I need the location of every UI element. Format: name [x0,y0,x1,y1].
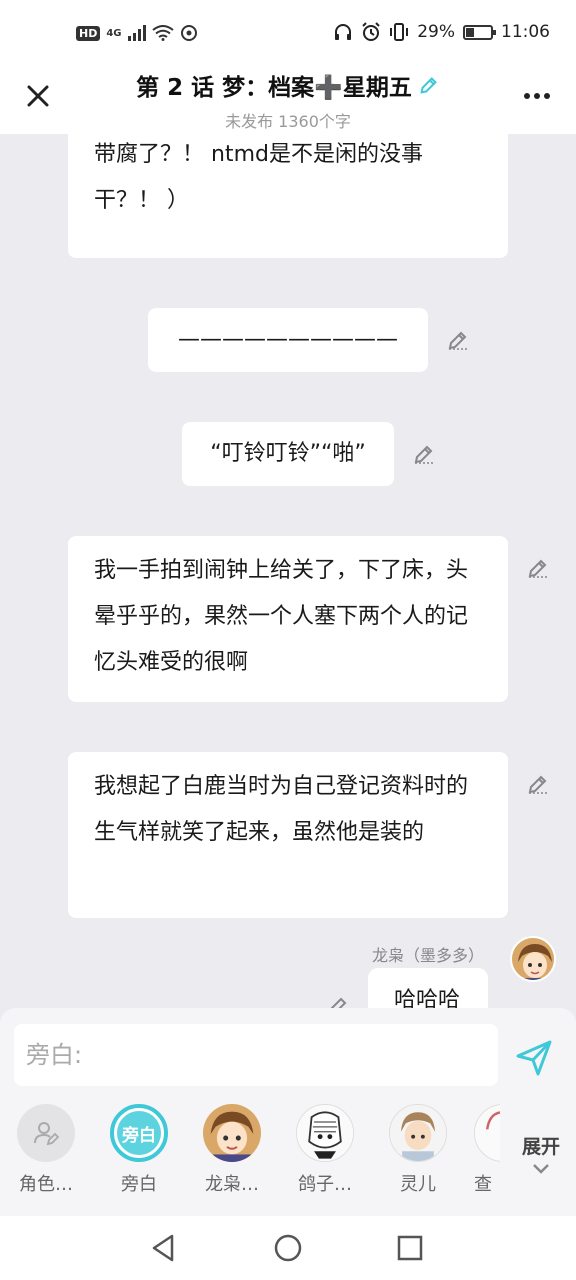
add-role-icon [17,1104,75,1162]
avatar [203,1104,261,1162]
message-bubble[interactable]: 我一手拍到闹钟上给关了，下了床，头晕乎乎的，果然一个人塞下两个人的记忆头难受的很… [68,536,508,702]
battery-percent: 29% [417,22,455,42]
chat-area[interactable]: 带腐了？！ ntmd是不是闲的没事干？！ ） —————————— “叮铃叮铃”… [0,134,576,1008]
alarm-icon [362,22,380,41]
message-text: 带腐了？！ ntmd是不是闲的没事干？！ ） [94,142,423,213]
message-text: 我一手拍到闹钟上给关了，下了床，头晕乎乎的，果然一个人塞下两个人的记忆头难受的很… [94,558,469,675]
battery-level [466,27,474,37]
system-nav-bar [0,1216,576,1280]
message-bubble[interactable]: “叮铃叮铃”“啪” [182,422,394,486]
home-icon[interactable] [272,1232,304,1264]
narration-badge: 旁白 [117,1111,161,1155]
narration-avatar: 旁白 [110,1104,168,1162]
message-text: 我想起了白鹿当时为自己登记资料时的生气样就笑了起来，虽然他是装的 [94,774,469,845]
role-item-character[interactable]: 鸽子… [288,1104,362,1196]
expand-button[interactable]: 展开 [522,1132,560,1181]
recents-icon[interactable] [394,1232,426,1264]
avatar [296,1104,354,1162]
wifi-icon [151,25,174,41]
send-icon[interactable] [514,1038,554,1078]
role-label: 查 [474,1174,492,1195]
role-item-character[interactable]: 灵儿 [381,1104,455,1196]
role-label: 灵儿 [400,1174,436,1195]
role-item-add[interactable]: 角色… [9,1104,83,1196]
signal-icon [127,25,146,41]
edit-icon[interactable] [526,772,550,796]
message-text: —————————— [178,327,398,352]
edit-icon[interactable] [326,994,350,1008]
role-item-narration[interactable]: 旁白 旁白 [102,1104,176,1196]
edit-icon[interactable] [412,442,436,466]
vibrate-icon [390,23,409,41]
title-block: 第 2 话 梦：档案➕星期五 未发布 1360个字 [0,68,576,132]
status-left: HD 4G [76,24,198,42]
back-icon[interactable] [148,1232,180,1264]
sync-icon [180,25,197,41]
hd-badge: HD [76,25,101,41]
headphones-icon [335,24,352,40]
avatar [474,1104,500,1162]
status-right: 29% 11:06 [333,22,550,42]
chapter-title: 第 2 话 梦：档案➕星期五 [136,75,412,101]
avatar-image [512,938,554,980]
message-input-box[interactable] [14,1024,498,1086]
expand-label: 展开 [521,1136,560,1158]
composer-panel: 角色… 旁白 旁白 龙枭… 鸽子… 灵儿 [0,1008,576,1216]
message-bubble[interactable]: 我想起了白鹿当时为自己登记资料时的生气样就笑了起来，虽然他是装的 [68,752,508,918]
message-bubble[interactable]: 带腐了？！ ntmd是不是闲的没事干？！ ） [68,134,508,258]
avatar [389,1104,447,1162]
edit-title-icon[interactable] [418,74,440,96]
message-text: “叮铃叮铃”“啪” [210,441,366,466]
role-item-character[interactable]: 查 [474,1104,500,1196]
avatar[interactable] [510,936,556,982]
speaker-name: 龙枭（墨多多） [371,946,484,965]
role-label: 旁白 [121,1174,157,1195]
role-label: 鸽子… [298,1174,352,1195]
role-item-character[interactable]: 龙枭… [195,1104,269,1196]
edit-icon[interactable] [526,556,550,580]
role-selector: 角色… 旁白 旁白 龙枭… 鸽子… 灵儿 查 展开 [0,1104,576,1204]
role-label: 龙枭… [205,1174,259,1195]
role-label: 角色… [19,1174,73,1195]
clock: 11:06 [501,22,550,42]
chevron-down-icon [533,1164,549,1174]
edit-icon[interactable] [446,328,470,352]
message-input[interactable] [14,1024,498,1086]
more-options-icon[interactable] [524,88,550,104]
network-type: 4G [106,27,122,39]
message-bubble[interactable]: 哈哈哈 [368,968,488,1008]
word-count: 未发布 1360个字 [225,112,351,131]
message-bubble[interactable]: —————————— [148,308,428,372]
top-bar: 第 2 话 梦：档案➕星期五 未发布 1360个字 [0,58,576,134]
message-text: 哈哈哈 [394,988,461,1008]
battery-icon [463,24,496,40]
page-title[interactable]: 第 2 话 梦：档案➕星期五 [136,68,440,102]
